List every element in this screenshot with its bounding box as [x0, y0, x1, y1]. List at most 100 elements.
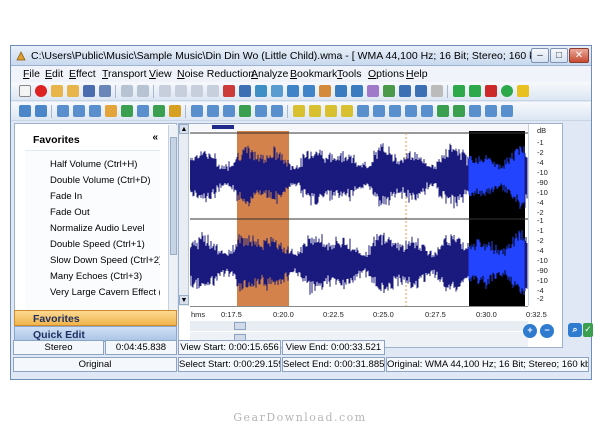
cut-icon[interactable] — [159, 85, 171, 97]
waveform-canvas[interactable] — [190, 131, 528, 306]
band-pass-icon[interactable] — [405, 105, 417, 117]
distortion-icon[interactable] — [325, 105, 337, 117]
new-file-icon[interactable] — [19, 85, 31, 97]
spectrum-icon[interactable] — [469, 105, 481, 117]
reverse-icon[interactable] — [191, 105, 203, 117]
stereo-icon[interactable] — [437, 105, 449, 117]
zoom-in-icon[interactable]: + — [523, 324, 537, 338]
speed-icon[interactable] — [169, 105, 181, 117]
reverb-icon[interactable] — [105, 105, 117, 117]
more-icon[interactable] — [431, 85, 443, 97]
normalize-icon[interactable] — [35, 105, 47, 117]
open-folder-icon[interactable] — [51, 85, 63, 97]
nav-favorites-button[interactable]: Favorites — [14, 310, 177, 326]
vertical-scrollbar[interactable]: ▲ ▼ — [179, 124, 189, 306]
noise-reduction-icon[interactable] — [501, 105, 513, 117]
favorite-item[interactable]: Double Speed (Ctrl+1) — [50, 239, 145, 250]
zoom-selection-button-icon[interactable]: ⌕ — [568, 323, 582, 337]
scroll-down-arrow-icon[interactable]: ▼ — [179, 295, 189, 305]
cd-icon[interactable] — [415, 85, 427, 97]
menu-edit[interactable]: Edit — [45, 68, 63, 80]
play-icon[interactable] — [453, 85, 465, 97]
fade-out-icon[interactable] — [73, 105, 85, 117]
compressor-icon[interactable] — [255, 105, 267, 117]
undo-icon[interactable] — [121, 85, 133, 97]
pause-icon[interactable] — [517, 85, 529, 97]
zoom-selection-icon[interactable] — [271, 85, 283, 97]
save-as-icon[interactable] — [99, 85, 111, 97]
favorite-item[interactable]: Fade In — [50, 191, 82, 202]
paste-icon[interactable] — [191, 85, 203, 97]
amplify-icon[interactable] — [19, 105, 31, 117]
menu-bookmark[interactable]: Bookmark — [290, 68, 337, 80]
overview-bar[interactable] — [190, 124, 528, 131]
flanger-icon[interactable] — [239, 105, 251, 117]
menu-analyze[interactable]: Analyze — [251, 68, 288, 80]
time-ruler[interactable]: hms 0:17.5 0:20.0 0:22.5 0:25.0 0:27.5 0… — [190, 306, 547, 320]
vibrato-icon[interactable] — [293, 105, 305, 117]
waveform-view[interactable]: ▲ ▼ dB -1 -2 -4 -10 -90 -10 -4 -2 -1 -1 … — [178, 123, 563, 348]
menu-noise-reduction[interactable]: Noise Reduction — [177, 68, 254, 80]
minimize-button[interactable]: – — [531, 48, 549, 63]
delay-icon[interactable] — [271, 105, 283, 117]
scrollbar-thumb[interactable] — [234, 322, 246, 330]
favorite-item[interactable]: Half Volume (Ctrl+H) — [50, 159, 137, 170]
menu-tools[interactable]: Tools — [337, 68, 362, 80]
delete-icon[interactable] — [223, 85, 235, 97]
save-icon[interactable] — [83, 85, 95, 97]
fade-in-icon[interactable] — [57, 105, 69, 117]
noise-gate-icon[interactable] — [357, 105, 369, 117]
invert-icon[interactable] — [207, 105, 219, 117]
zoom-out-icon[interactable]: − — [540, 324, 554, 338]
zoom-fit-icon[interactable]: ✓ — [583, 323, 593, 337]
echo-icon[interactable] — [89, 105, 101, 117]
trim-icon[interactable] — [239, 85, 251, 97]
select-all-icon[interactable] — [255, 85, 267, 97]
favorite-item[interactable]: Normalize Audio Level — [50, 223, 145, 234]
maximize-button[interactable]: □ — [550, 48, 568, 63]
menu-view[interactable]: View — [149, 68, 172, 80]
collapse-icon[interactable]: « — [152, 132, 158, 143]
channel-mix-icon[interactable] — [453, 105, 465, 117]
chorus-icon[interactable] — [223, 105, 235, 117]
horizontal-scrollbar[interactable] — [190, 321, 528, 331]
convert-icon[interactable] — [383, 85, 395, 97]
wahwah-icon[interactable] — [341, 105, 353, 117]
batch-icon[interactable] — [399, 85, 411, 97]
frequency-icon[interactable] — [485, 105, 497, 117]
bookmark-icon[interactable] — [319, 85, 331, 97]
pitch-icon[interactable] — [137, 105, 149, 117]
copy-icon[interactable] — [175, 85, 187, 97]
low-pass-icon[interactable] — [373, 105, 385, 117]
equalizer-icon[interactable] — [121, 105, 133, 117]
favorite-item[interactable]: Fade Out — [50, 207, 90, 218]
favorite-item[interactable]: Slow Down Speed (Ctrl+2) — [50, 255, 160, 266]
mute-icon[interactable] — [303, 85, 315, 97]
tremolo-icon[interactable] — [309, 105, 321, 117]
favorite-item[interactable]: Double Volume (Ctrl+D) — [50, 175, 151, 186]
dc-offset-icon[interactable] — [421, 105, 433, 117]
favorite-item[interactable]: Many Echoes (Ctrl+3) — [50, 271, 142, 282]
menu-help[interactable]: Help — [406, 68, 428, 80]
high-pass-icon[interactable] — [389, 105, 401, 117]
scrollbar-thumb[interactable] — [170, 137, 177, 255]
scroll-up-arrow-icon[interactable]: ▲ — [179, 124, 189, 134]
favorites-header[interactable]: Favorites « — [25, 131, 160, 149]
close-button[interactable]: ✕ — [569, 48, 589, 63]
split-icon[interactable] — [367, 85, 379, 97]
play-selection-icon[interactable] — [501, 85, 513, 97]
insert-silence-icon[interactable] — [287, 85, 299, 97]
paste-mix-icon[interactable] — [207, 85, 219, 97]
favorite-item[interactable]: Very Large Cavern Effect (... — [50, 287, 160, 298]
crossfade-icon[interactable] — [335, 85, 347, 97]
favorites-scrollbar[interactable] — [168, 125, 177, 332]
menu-effect[interactable]: Effect — [69, 68, 96, 80]
title-bar[interactable]: C:\Users\Public\Music\Sample Music\Din D… — [11, 46, 591, 66]
record-icon[interactable] — [35, 85, 47, 97]
stop-icon[interactable] — [485, 85, 497, 97]
open-recent-icon[interactable] — [67, 85, 79, 97]
menu-options[interactable]: Options — [368, 68, 404, 80]
play-loop-icon[interactable] — [469, 85, 481, 97]
tempo-icon[interactable] — [153, 105, 165, 117]
menu-transport[interactable]: Transport — [102, 68, 147, 80]
